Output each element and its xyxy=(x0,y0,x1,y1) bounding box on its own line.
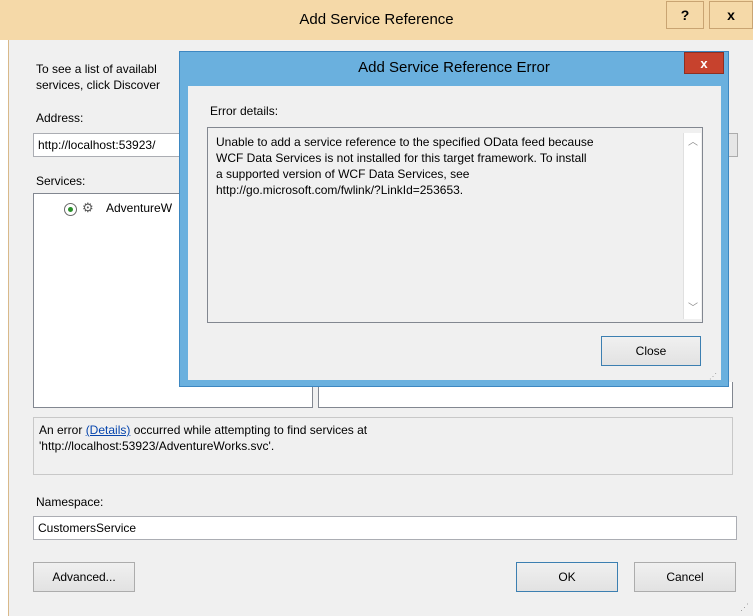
error-details-text[interactable]: Unable to add a service reference to the… xyxy=(207,127,703,323)
cancel-button[interactable]: Cancel xyxy=(634,562,736,592)
radio-selected-dot xyxy=(68,207,73,212)
error-line: WCF Data Services is not installed for t… xyxy=(216,151,587,165)
ok-button[interactable]: OK xyxy=(516,562,618,592)
scroll-up-arrow-icon[interactable]: ︿ xyxy=(685,135,701,151)
namespace-input[interactable]: CustomersService xyxy=(33,516,737,540)
address-label: Address: xyxy=(36,111,84,125)
intro-text-line1: To see a list of availabl xyxy=(36,62,157,76)
namespace-label: Namespace: xyxy=(36,495,104,509)
help-button[interactable]: ? xyxy=(666,1,704,29)
error-dialog-close-button[interactable]: x xyxy=(684,52,724,74)
error-close-button[interactable]: Close xyxy=(601,336,701,366)
error-prefix: An error xyxy=(39,423,86,437)
scroll-down-arrow-icon[interactable]: ﹀ xyxy=(685,301,701,317)
error-line: a supported version of WCF Data Services… xyxy=(216,167,470,181)
service-item-label[interactable]: AdventureW xyxy=(106,201,172,215)
error-suffix: occurred while attempting to find servic… xyxy=(130,423,368,437)
error-dialog-title: Add Service Reference Error xyxy=(358,59,550,76)
error-details-label: Error details: xyxy=(210,104,279,118)
error-message-bar: An error (Details) occurred while attemp… xyxy=(33,417,733,475)
service-gear-icon: ⚙ xyxy=(82,200,94,215)
services-label: Services: xyxy=(36,174,86,188)
details-link[interactable]: (Details) xyxy=(86,423,131,437)
service-radio-icon[interactable] xyxy=(64,203,77,216)
window-close-button[interactable]: x xyxy=(709,1,753,29)
intro-text-line2: services, click Discover xyxy=(36,78,161,92)
address-input[interactable]: http://localhost:53923/ xyxy=(33,133,183,157)
advanced-button[interactable]: Advanced... xyxy=(33,562,135,592)
window-left-edge xyxy=(0,40,8,616)
dialog-resize-grip-icon[interactable]: ⋰ xyxy=(709,372,717,381)
error-text-scrollbar[interactable]: ︿ ﹀ xyxy=(683,133,701,319)
error-line: Unable to add a service reference to the… xyxy=(216,135,594,149)
error-line: http://go.microsoft.com/fwlink/?LinkId=2… xyxy=(216,183,464,197)
resize-grip-icon[interactable]: ⋰ xyxy=(740,602,749,613)
window-title: Add Service Reference xyxy=(299,11,454,28)
error-address: 'http://localhost:53923/AdventureWorks.s… xyxy=(39,439,275,453)
go-button-edge[interactable] xyxy=(728,133,738,157)
